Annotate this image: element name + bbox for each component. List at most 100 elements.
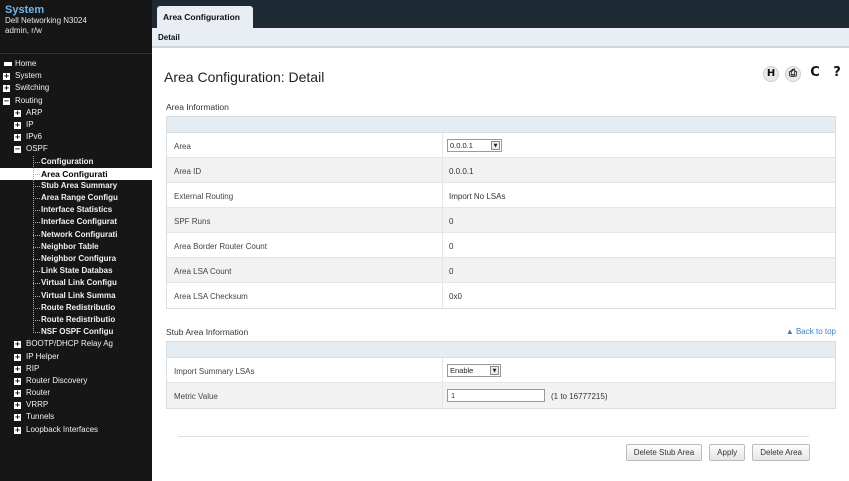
sidebar-item[interactable]: Link State Databas bbox=[0, 265, 152, 277]
sidebar-item[interactable]: − Routing bbox=[0, 95, 152, 107]
navigation-sidebar: System Dell Networking N3024 admin, r/w … bbox=[0, 0, 152, 481]
area-select[interactable]: 0.0.0.1 ▼ bbox=[447, 139, 502, 152]
sidebar-item[interactable]: + System bbox=[0, 70, 152, 82]
abr-count-value: 0 bbox=[449, 242, 454, 251]
main-content: Area Configuration: Detail H ⎙ C ? Area … bbox=[152, 48, 849, 481]
import-summary-lsas-label: Import Summary LSAs bbox=[167, 358, 443, 382]
action-buttons: Delete Stub Area Apply Delete Area bbox=[625, 444, 810, 461]
sidebar-item[interactable]: + IPv6 bbox=[0, 131, 152, 143]
table-row: Area Border Router Count 0 bbox=[167, 233, 835, 258]
expand-icon[interactable]: + bbox=[14, 390, 21, 398]
expand-icon[interactable]: + bbox=[14, 426, 21, 434]
back-to-top-link[interactable]: ▲ Back to top bbox=[786, 327, 836, 336]
expand-icon[interactable]: + bbox=[14, 134, 21, 142]
expand-icon[interactable]: + bbox=[14, 402, 21, 410]
area-id-value: 0.0.0.1 bbox=[449, 167, 474, 176]
sidebar-item[interactable]: Neighbor Table bbox=[0, 241, 152, 253]
subtab-detail[interactable]: Detail bbox=[158, 33, 180, 42]
sidebar-item[interactable]: Configuration bbox=[0, 156, 152, 168]
sidebar-item-label: Area Configurati bbox=[41, 168, 108, 179]
sidebar-item[interactable]: Route Redistributio bbox=[0, 314, 152, 326]
sidebar-item[interactable]: Area Range Configu bbox=[0, 192, 152, 204]
sidebar-item-label: Stub Area Summary bbox=[41, 180, 118, 190]
tree-connector bbox=[33, 307, 40, 309]
sidebar-item[interactable]: Route Redistributio bbox=[0, 302, 152, 314]
sidebar-item[interactable]: + Router Discovery bbox=[0, 375, 152, 387]
print-icon[interactable]: ⎙ bbox=[785, 66, 801, 82]
table-row: Area LSA Checksum 0x0 bbox=[167, 283, 835, 308]
sidebar-item-label: Switching bbox=[15, 83, 50, 93]
tab-area-configuration[interactable]: Area Configuration bbox=[157, 6, 253, 28]
sidebar-item[interactable]: + IP Helper bbox=[0, 351, 152, 363]
sidebar-item[interactable]: Area Configurati bbox=[0, 167, 152, 180]
apply-button[interactable]: Apply bbox=[709, 444, 746, 461]
sidebar-item-label: Router bbox=[26, 388, 51, 398]
sidebar-item-label: Neighbor Table bbox=[41, 241, 99, 251]
system-header: System Dell Networking N3024 admin, r/w bbox=[0, 0, 152, 54]
stub-area-information-title: Stub Area Information bbox=[166, 327, 249, 337]
sidebar-item[interactable]: Virtual Link Configu bbox=[0, 277, 152, 289]
expand-icon[interactable]: + bbox=[14, 121, 21, 129]
import-summary-lsas-select[interactable]: Enable ▼ bbox=[447, 364, 501, 377]
device-model: Dell Networking N3024 bbox=[5, 16, 87, 25]
sidebar-item[interactable]: + IP bbox=[0, 119, 152, 131]
sidebar-item[interactable]: Stub Area Summary bbox=[0, 180, 152, 192]
sidebar-item[interactable]: + Router bbox=[0, 387, 152, 399]
table-header bbox=[167, 117, 835, 133]
save-icon[interactable]: H bbox=[763, 66, 779, 82]
sidebar-item[interactable]: + VRRP bbox=[0, 399, 152, 411]
refresh-icon[interactable]: C bbox=[807, 66, 823, 82]
tree-guide-line bbox=[33, 155, 34, 333]
expand-icon[interactable]: + bbox=[14, 414, 21, 422]
collapse-icon[interactable]: − bbox=[14, 146, 21, 154]
sidebar-item[interactable]: Home bbox=[0, 58, 152, 70]
tab-bar-background bbox=[152, 0, 849, 28]
table-row: SPF Runs 0 bbox=[167, 208, 835, 233]
expand-icon[interactable]: + bbox=[14, 353, 21, 361]
collapse-icon[interactable]: − bbox=[3, 97, 10, 105]
table-row: Area 0.0.0.1 ▼ bbox=[167, 133, 835, 158]
delete-area-button[interactable]: Delete Area bbox=[752, 444, 810, 461]
delete-stub-area-button[interactable]: Delete Stub Area bbox=[625, 444, 703, 461]
sidebar-item[interactable]: + RIP bbox=[0, 363, 152, 375]
expand-icon[interactable]: + bbox=[14, 109, 21, 117]
sidebar-item[interactable]: Interface Configurat bbox=[0, 216, 152, 228]
sidebar-item[interactable]: − OSPF bbox=[0, 143, 152, 155]
tree-connector bbox=[33, 332, 40, 334]
expand-icon[interactable]: + bbox=[14, 377, 21, 385]
table-row: External Routing Import No LSAs bbox=[167, 183, 835, 208]
sidebar-item-label: ARP bbox=[26, 107, 43, 117]
expand-icon[interactable]: + bbox=[3, 85, 10, 93]
tree-connector bbox=[33, 185, 40, 187]
metric-value-input[interactable]: 1 bbox=[447, 389, 545, 402]
sidebar-item[interactable]: + Tunnels bbox=[0, 411, 152, 423]
sidebar-item-label: Virtual Link Configu bbox=[41, 278, 117, 288]
navigation-tree: Home + System + Switching − Routing + ARP + IP + IPv… bbox=[0, 54, 152, 436]
expand-icon[interactable]: + bbox=[14, 365, 21, 373]
sidebar-item[interactable]: + ARP bbox=[0, 107, 152, 119]
sidebar-item[interactable]: NSF OSPF Configu bbox=[0, 326, 152, 338]
sidebar-item[interactable]: + Loopback Interfaces bbox=[0, 424, 152, 436]
help-icon[interactable]: ? bbox=[829, 66, 845, 82]
home-icon bbox=[4, 62, 12, 66]
sidebar-item-label: NSF OSPF Configu bbox=[41, 327, 114, 337]
sidebar-item[interactable]: Virtual Link Summa bbox=[0, 290, 152, 302]
sidebar-item[interactable]: + Switching bbox=[0, 82, 152, 94]
sidebar-item[interactable]: + BOOTP/DHCP Relay Ag bbox=[0, 338, 152, 350]
system-title: System bbox=[5, 4, 45, 16]
sidebar-item[interactable]: Interface Statistics bbox=[0, 204, 152, 216]
sidebar-item-label: IPv6 bbox=[26, 132, 43, 142]
area-information-table: Area 0.0.0.1 ▼ Area ID 0.0.0.1 External … bbox=[166, 116, 836, 309]
area-lsa-checksum-value: 0x0 bbox=[449, 292, 462, 301]
chevron-down-icon: ▼ bbox=[491, 141, 500, 150]
expand-icon[interactable]: + bbox=[14, 341, 21, 349]
sidebar-item[interactable]: Network Configurati bbox=[0, 229, 152, 241]
tree-connector bbox=[33, 283, 40, 285]
spf-runs-label: SPF Runs bbox=[167, 208, 443, 232]
area-lsa-checksum-label: Area LSA Checksum bbox=[167, 283, 443, 308]
sidebar-item-label: System bbox=[15, 71, 42, 81]
metric-value-label: Metric Value bbox=[167, 383, 443, 408]
tree-connector bbox=[33, 161, 40, 163]
expand-icon[interactable]: + bbox=[3, 73, 10, 81]
sidebar-item[interactable]: Neighbor Configura bbox=[0, 253, 152, 265]
